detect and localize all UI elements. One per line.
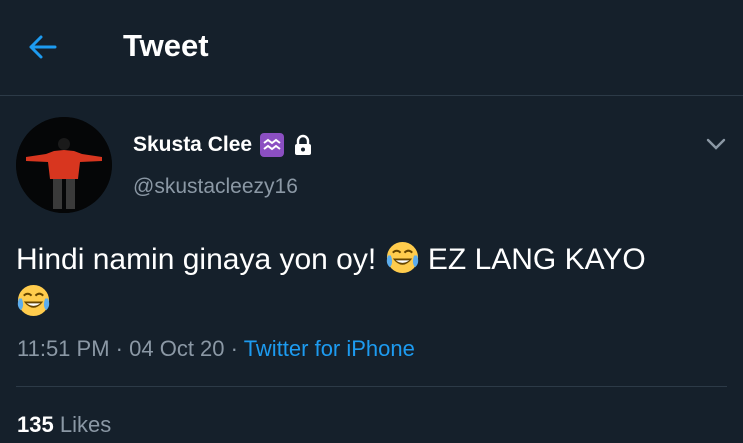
avatar[interactable] — [16, 117, 112, 213]
likes-link[interactable]: 135 Likes — [17, 412, 111, 438]
lock-icon — [292, 133, 314, 157]
tweet-date: 04 Oct 20 — [129, 336, 225, 361]
top-bar: Tweet — [0, 0, 743, 96]
tweet-text-part1: Hindi namin ginaya yon oy! — [16, 243, 377, 276]
tweet-metadata: 11:51 PM · 04 Oct 20 · Twitter for iPhon… — [17, 336, 415, 362]
back-arrow-icon[interactable] — [26, 30, 60, 64]
chevron-down-icon[interactable] — [704, 132, 728, 156]
page-title: Tweet — [123, 28, 209, 63]
divider — [16, 386, 727, 387]
author-handle[interactable]: @skustacleezy16 — [133, 175, 298, 199]
tweet-text: Hindi namin ginaya yon oy! EZ LANG KAYO — [16, 238, 731, 324]
tweet-time: 11:51 PM — [17, 336, 110, 361]
meta-separator: · — [115, 336, 123, 361]
meta-separator: · — [230, 336, 238, 361]
author-name[interactable]: Skusta Clee — [133, 133, 252, 157]
tweet-source-link[interactable]: Twitter for iPhone — [244, 336, 415, 361]
tears-of-joy-icon — [385, 240, 420, 275]
author-row: Skusta Clee — [133, 131, 314, 159]
likes-label: Likes — [59, 412, 112, 437]
aquarius-icon — [260, 133, 285, 157]
tweet-text-part2: EZ LANG KAYO — [427, 243, 646, 276]
likes-count: 135 — [17, 412, 54, 437]
tears-of-joy-icon — [16, 283, 51, 318]
